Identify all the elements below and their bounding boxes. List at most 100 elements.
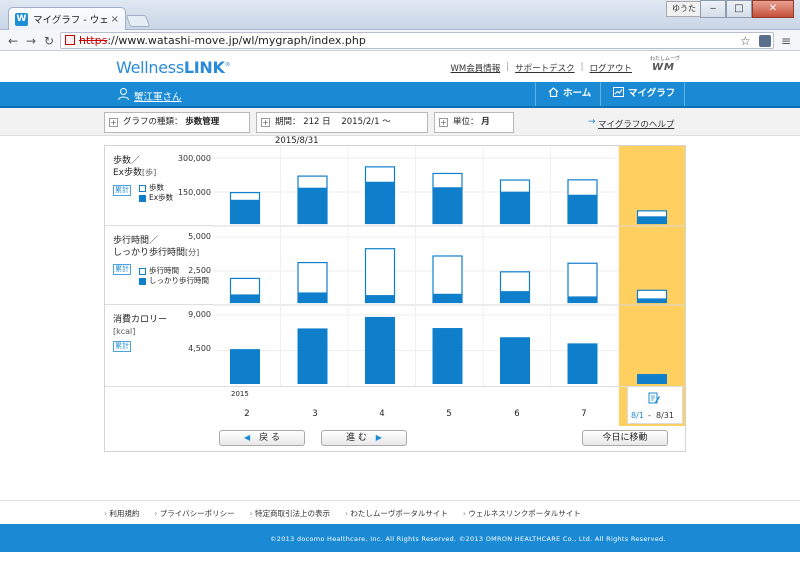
- wm-logo-caption: わたしムーヴ: [650, 56, 681, 62]
- footer-link-watashi-move[interactable]: わたしムーヴポータルサイト: [345, 508, 448, 519]
- unit-selector[interactable]: + 単位： 月: [434, 112, 514, 133]
- period-selector[interactable]: + 期間： 212 日 2015/2/1 〜 2015/8/31: [256, 112, 428, 146]
- browser-toolbar: ← → ↻ https://www.watashi-move.jp/wl/myg…: [0, 30, 800, 51]
- edit-pencil-icon[interactable]: [648, 392, 660, 404]
- legend-swatch: [139, 184, 146, 192]
- bar-fill-しっかり歩行時間: [297, 292, 328, 303]
- back-button-label: 戻 る: [259, 433, 280, 443]
- forward-arrow-icon[interactable]: →: [26, 34, 36, 48]
- wellness-link-logo[interactable]: WellnessLINK®: [116, 58, 231, 77]
- graph-icon: [613, 87, 624, 97]
- next-button[interactable]: 進 む ▶: [321, 430, 407, 446]
- calorie-cumulative-badge[interactable]: 累計: [113, 341, 131, 352]
- y-tick-label: 5,000: [188, 232, 211, 241]
- footer-link-terms[interactable]: 利用規約: [104, 508, 139, 519]
- username-text: 蟹江軍さん: [134, 92, 182, 103]
- bar-fill-Ex歩数: [432, 187, 463, 224]
- footer-link-commerce-law[interactable]: 特定商取引法上の表示: [250, 508, 330, 519]
- footer-link-privacy[interactable]: プライバシーポリシー: [154, 508, 235, 519]
- minimize-button[interactable]: ‒: [700, 0, 726, 18]
- y-tick-label: 4,500: [188, 344, 211, 353]
- logo-text-light: Wellness: [116, 58, 184, 77]
- browser-menu-icon[interactable]: ≡: [781, 34, 791, 48]
- period-end-date: 8/31: [656, 411, 674, 420]
- help-arrow-icon: →: [588, 117, 596, 127]
- current-period-marker[interactable]: 8/1 - 8/31: [627, 386, 683, 424]
- browser-user-badge[interactable]: ゆうた: [666, 1, 702, 17]
- year-label: 2015: [231, 390, 249, 398]
- legend-item: しっかり歩行時間: [139, 276, 209, 286]
- site-header: WellnessLINK® WM会員情報 | サポートデスク | ログアウト わ…: [0, 51, 800, 82]
- steps-title-line1: 歩数／: [113, 156, 141, 166]
- next-button-label: 進 む: [346, 433, 367, 443]
- y-tick-label: 2,500: [188, 266, 211, 275]
- bar-calorie: [365, 316, 395, 384]
- month-label: 2: [244, 409, 250, 419]
- bar-outline-歩行時間: [364, 248, 396, 304]
- expand-plus-icon: +: [261, 118, 270, 127]
- member-info-link[interactable]: WM会員情報: [450, 62, 500, 74]
- bar-fill-しっかり歩行時間: [637, 298, 667, 303]
- back-button[interactable]: ◀ 戻 る: [219, 430, 305, 446]
- month-label: 3: [312, 409, 318, 419]
- bar-fill-Ex歩数: [230, 199, 260, 224]
- next-triangle-icon: ▶: [375, 433, 382, 442]
- steps-cumulative-badge[interactable]: 累計: [113, 185, 131, 196]
- nav-home-tab[interactable]: ホーム: [535, 82, 600, 106]
- wellness-favicon-icon: W: [15, 12, 28, 26]
- y-tick-label: 150,000: [177, 188, 211, 197]
- month-label: 7: [581, 409, 587, 419]
- footer-link-wellness-link[interactable]: ウェルネスリンクポータルサイト: [463, 508, 581, 519]
- bookmark-star-icon[interactable]: ☆: [740, 34, 751, 48]
- graph-type-selector[interactable]: + グラフの種類： 歩数管理: [104, 112, 250, 133]
- bar-fill-Ex歩数: [567, 194, 598, 224]
- username-link[interactable]: 蟹江軍さん: [118, 89, 182, 103]
- bar-fill-Ex歩数: [297, 187, 328, 224]
- address-bar[interactable]: https://www.watashi-move.jp/wl/mygraph/i…: [60, 32, 774, 49]
- close-window-button[interactable]: ✕: [752, 0, 794, 18]
- month-label: 6: [514, 409, 520, 419]
- bar-calorie: [500, 337, 530, 384]
- month-axis: 2015 2 3 4 5 6 7: [105, 386, 685, 426]
- extension-icon[interactable]: [759, 35, 771, 47]
- period-label: 期間：: [275, 117, 301, 127]
- steps-title-line2: Ex歩数: [113, 168, 143, 178]
- steps-row-title: 歩数／ Ex歩数[歩]: [113, 155, 156, 179]
- legend-swatch: [139, 194, 146, 202]
- new-tab-button[interactable]: [125, 15, 151, 27]
- insecure-lock-icon[interactable]: [65, 35, 75, 45]
- y-tick-label: 300,000: [177, 154, 211, 163]
- window-controls: ‒ □ ✕: [700, 0, 794, 18]
- bar-fill-しっかり歩行時間: [432, 293, 463, 303]
- footer-links: 利用規約 プライバシーポリシー 特定商取引法上の表示 わたしムーヴポータルサイト…: [104, 508, 596, 519]
- bar-fill-Ex歩数: [365, 181, 395, 224]
- logout-link[interactable]: ログアウト: [589, 62, 632, 74]
- url-path: ://www.watashi-move.jp/wl/mygraph/index.…: [107, 34, 366, 47]
- browser-tab[interactable]: W マイグラフ - ウェルネス ×: [8, 7, 126, 30]
- walk-time-unit: [分]: [185, 248, 200, 257]
- wm-logo-mark: WM: [652, 62, 675, 73]
- go-to-today-button[interactable]: 今日に移動: [582, 430, 668, 446]
- nav-mygraph-tab[interactable]: マイグラフ: [600, 82, 685, 106]
- support-desk-link[interactable]: サポートデスク: [515, 62, 575, 74]
- nav-home-label: ホーム: [563, 88, 592, 99]
- maximize-button[interactable]: □: [726, 0, 752, 18]
- graph-help-link[interactable]: マイグラフのヘルプ: [598, 118, 674, 130]
- logo-text-bold: LINK: [183, 58, 225, 77]
- bar-fill-しっかり歩行時間: [567, 296, 598, 303]
- reload-icon[interactable]: ↻: [44, 34, 54, 48]
- walk-time-title-line2: しっかり歩行時間: [113, 248, 186, 258]
- bar-charts-svg: [213, 146, 685, 426]
- bar-calorie: [230, 349, 260, 384]
- tab-close-icon[interactable]: ×: [111, 14, 119, 25]
- month-label: 4: [379, 409, 385, 419]
- watashi-move-logo[interactable]: わたしムーヴ WM: [646, 56, 684, 75]
- bar-calorie: [567, 343, 598, 384]
- graph-filter-row: + グラフの種類： 歩数管理 + 期間： 212 日 2015/2/1 〜 20…: [0, 108, 800, 146]
- back-arrow-icon[interactable]: ←: [8, 34, 18, 48]
- graph-type-label: グラフの種類：: [123, 117, 183, 127]
- period-days: 212 日: [303, 117, 331, 127]
- graph-panel: 歩数／ Ex歩数[歩] 累計 歩数 Ex歩数 300,000 150,000 歩…: [104, 145, 686, 452]
- walk-time-cumulative-badge[interactable]: 累計: [113, 264, 131, 275]
- browser-titlebar: W マイグラフ - ウェルネス × ゆうた ‒ □ ✕: [0, 0, 800, 30]
